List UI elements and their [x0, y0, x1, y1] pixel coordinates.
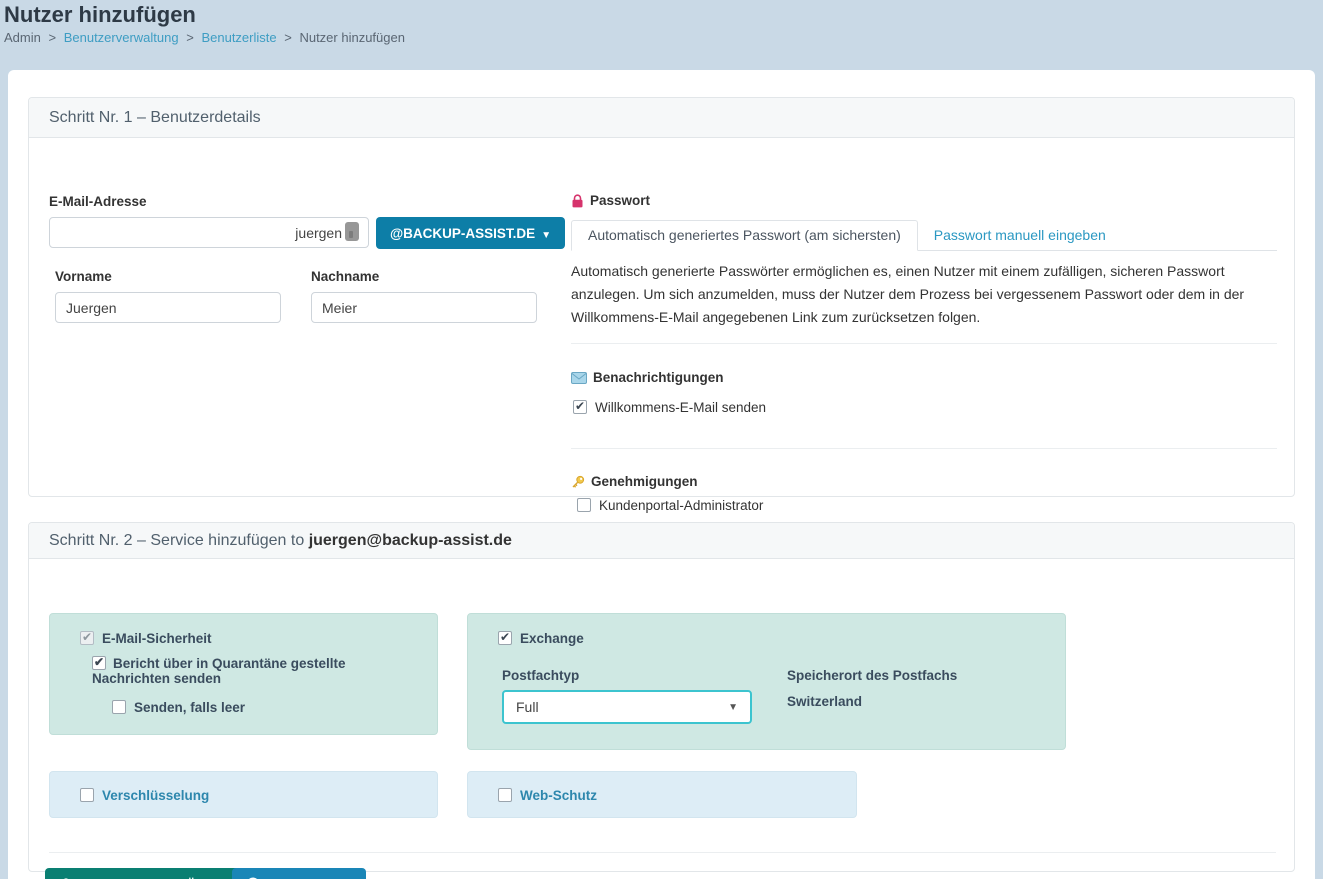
- breadcrumb-separator: >: [186, 30, 194, 45]
- divider: [571, 448, 1277, 449]
- tab-manual-password[interactable]: Passwort manuell eingeben: [918, 221, 1122, 250]
- postfachtyp-selected-value: Full: [516, 699, 539, 715]
- quarantine-report-label: Bericht über in Quarantäne gestellte Nac…: [92, 656, 346, 686]
- exchange-checkbox-row: Exchange: [498, 630, 584, 646]
- portal-admin-checkbox[interactable]: [577, 498, 591, 512]
- vorname-label: Vorname: [55, 269, 112, 284]
- nachname-input[interactable]: [311, 292, 537, 323]
- text-cursor-handle[interactable]: [345, 222, 359, 241]
- password-tabs: Automatisch generiertes Passwort (am sic…: [571, 220, 1277, 251]
- web-protection-checkbox-row: Web-Schutz: [498, 788, 597, 803]
- postfachtyp-label: Postfachtyp: [502, 668, 580, 683]
- service-card-web-protection: Web-Schutz: [467, 771, 857, 818]
- breadcrumb-separator: >: [284, 30, 292, 45]
- mailbox-location-label: Speicherort des Postfachs: [787, 668, 958, 683]
- exchange-checkbox[interactable]: [498, 630, 512, 645]
- quarantine-report-checkbox-row: Bericht über in Quarantäne gestellte Nac…: [92, 655, 422, 686]
- encryption-label: Verschlüsselung: [102, 788, 210, 803]
- email-input[interactable]: [49, 217, 369, 248]
- page-title: Nutzer hinzufügen: [4, 2, 196, 27]
- step1-panel: Schritt Nr. 1 – Benutzerdetails E-Mail-A…: [28, 97, 1295, 513]
- breadcrumb-admin: Admin: [4, 30, 41, 45]
- quarantine-report-checkbox[interactable]: [92, 655, 106, 670]
- nachname-label: Nachname: [311, 269, 380, 284]
- web-protection-label: Web-Schutz: [520, 788, 597, 803]
- email-security-checkbox-row: E-Mail-Sicherheit: [80, 630, 212, 646]
- breadcrumb-separator: >: [48, 30, 57, 45]
- add-user-page: Nutzer hinzufügen Admin > Benutzerverwal…: [0, 0, 1323, 879]
- encryption-checkbox[interactable]: [80, 788, 94, 802]
- content-sheet: Schritt Nr. 1 – Benutzerdetails E-Mail-A…: [8, 70, 1315, 879]
- step2-panel: Schritt Nr. 2 – Service hinzufügen to ju…: [28, 522, 1295, 879]
- breadcrumb: Admin > Benutzerverwaltung > Benutzerlis…: [4, 30, 405, 45]
- step2-header-email: juergen@backup-assist.de: [308, 532, 512, 549]
- welcome-email-checkbox-row: Willkommens-E-Mail senden: [573, 399, 767, 415]
- password-description: Automatisch generierte Passwörter ermögl…: [571, 263, 1245, 325]
- web-protection-checkbox[interactable]: [498, 788, 512, 802]
- encryption-checkbox-row: Verschlüsselung: [80, 788, 209, 803]
- exchange-label: Exchange: [520, 631, 584, 646]
- welcome-email-checkbox-label: Willkommens-E-Mail senden: [595, 400, 767, 415]
- divider: [571, 343, 1277, 344]
- notifications-section-heading: Benachrichtigungen: [571, 370, 724, 385]
- mailbox-location-value: Switzerland: [787, 694, 863, 709]
- domain-dropdown-button[interactable]: @BACKUP-ASSIST.DE ▼: [376, 217, 566, 249]
- breadcrumb-benutzerverwaltung-link[interactable]: Benutzerverwaltung: [64, 30, 179, 45]
- email-security-label: E-Mail-Sicherheit: [102, 631, 212, 646]
- permissions-section-heading: Genehmigungen: [571, 474, 698, 489]
- step2-panel-header: Schritt Nr. 2 – Service hinzufügen to ju…: [29, 523, 1294, 559]
- chevron-down-icon: ▼: [728, 701, 738, 713]
- cancel-button[interactable]: ABBRECHEN: [232, 868, 366, 879]
- postfachtyp-select[interactable]: Full ▼: [502, 690, 752, 724]
- email-label: E-Mail-Adresse: [49, 194, 147, 209]
- key-icon: [571, 475, 585, 489]
- breadcrumb-benutzerliste-link[interactable]: Benutzerliste: [201, 30, 276, 45]
- service-card-encryption: Verschlüsselung: [49, 771, 438, 818]
- portal-admin-checkbox-row: Kundenportal-Administrator: [577, 498, 763, 513]
- send-if-empty-checkbox-row: Senden, falls leer: [112, 700, 245, 715]
- add-user-button[interactable]: NUTZER HINZUFÜGEN ▼: [45, 868, 259, 879]
- vorname-input[interactable]: [55, 292, 281, 323]
- step1-panel-header: Schritt Nr. 1 – Benutzerdetails: [29, 98, 1294, 138]
- password-section-heading: Passwort: [571, 193, 650, 208]
- send-if-empty-label: Senden, falls leer: [134, 700, 246, 715]
- email-security-checkbox[interactable]: [80, 630, 94, 645]
- welcome-email-checkbox[interactable]: [573, 399, 587, 414]
- send-if-empty-checkbox[interactable]: [112, 700, 126, 714]
- lock-icon: [571, 193, 584, 208]
- envelope-icon: [571, 371, 587, 384]
- chevron-down-icon: ▼: [541, 229, 552, 241]
- breadcrumb-current: Nutzer hinzufügen: [299, 30, 405, 45]
- divider: [49, 852, 1276, 853]
- portal-admin-checkbox-label: Kundenportal-Administrator: [599, 498, 764, 513]
- tab-auto-password[interactable]: Automatisch generiertes Passwort (am sic…: [571, 220, 918, 251]
- service-card-exchange: Exchange Postfachtyp Full ▼ Speicherort …: [467, 613, 1066, 750]
- service-card-email-security: E-Mail-Sicherheit Bericht über in Quaran…: [49, 613, 438, 735]
